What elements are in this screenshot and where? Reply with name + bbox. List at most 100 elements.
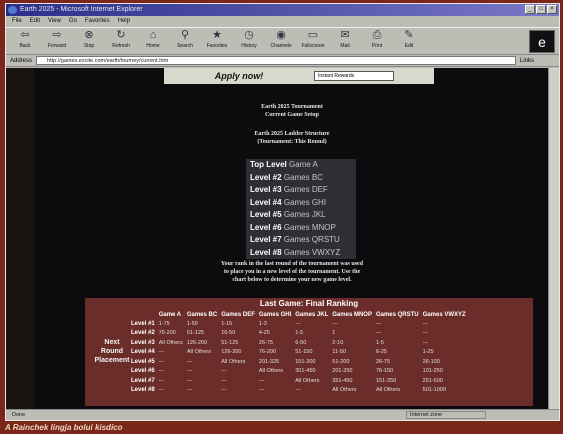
- table-cell: 16-50: [221, 330, 236, 337]
- toolbar-edit-button[interactable]: ✎ Edit: [393, 28, 425, 54]
- table-cell: 2-10: [332, 339, 344, 346]
- address-bar: Address http://games.excite.com/earth/to…: [6, 55, 559, 67]
- toolbar-label: Search: [177, 43, 193, 49]
- menu-view[interactable]: View: [48, 16, 61, 27]
- table-cell: 51-125: [221, 339, 239, 346]
- minimize-button[interactable]: _: [525, 5, 535, 14]
- level-games: Games BC: [283, 172, 323, 182]
- table-cell: 1: [332, 330, 336, 337]
- toolbar-fullscreen-button[interactable]: ▭ Fullscreen: [297, 28, 329, 54]
- column-header: Games GHI: [258, 311, 292, 318]
- table-cell: ---: [186, 377, 193, 384]
- table-cell: 301-450: [295, 368, 316, 375]
- toolbar-mail-button[interactable]: ✉ Mail: [329, 28, 361, 54]
- table-cell: ---: [422, 320, 429, 327]
- header-corner: [129, 310, 157, 319]
- table-cell: 126-200: [221, 349, 242, 356]
- close-button[interactable]: ×: [547, 5, 557, 14]
- table-cell: ---: [158, 377, 165, 384]
- ladder-level-row: Level #6 Games MNOP: [246, 222, 356, 235]
- toolbar: ⇦ Back ⇨ Forward ⊗ Stop ↻ Refresh ⌂ Home ⚲ Search ★ F…: [6, 27, 559, 55]
- menu-edit[interactable]: Edit: [30, 16, 40, 27]
- table-cell: All Others: [258, 368, 284, 375]
- menu-bar: File Edit View Go Favorites Help: [6, 16, 559, 27]
- status-bar: Done Internet zone: [6, 409, 559, 420]
- toolbar-label: Mail: [340, 43, 350, 49]
- table-cell: ---: [422, 339, 429, 346]
- fullscreen-icon: ▭: [307, 29, 319, 41]
- column-header: Games MNOP: [332, 311, 372, 318]
- table-cell: 1-50: [186, 320, 198, 327]
- rewards-select[interactable]: Instant Rewards: [314, 71, 394, 81]
- toolbar-refresh-button[interactable]: ↻ Refresh: [105, 28, 137, 54]
- toolbar-print-button[interactable]: ⎙ Print: [361, 28, 393, 54]
- level-name: Level #3: [250, 185, 282, 194]
- links-label[interactable]: Links: [520, 58, 534, 64]
- table-cell: ---: [221, 368, 227, 375]
- table-cell: 26-75: [258, 339, 273, 346]
- toolbar-label: Home: [146, 43, 160, 49]
- photo-frame: Earth 2025 - Microsoft Internet Explorer…: [0, 0, 563, 434]
- table-cell: ---: [258, 377, 265, 384]
- table-cell: ---: [295, 320, 301, 327]
- level-name: Level #6: [250, 222, 282, 232]
- level-name: Level #5: [250, 210, 282, 219]
- apply-now-link[interactable]: Apply now!: [184, 69, 294, 83]
- toolbar-stop-button[interactable]: ⊗ Stop: [73, 28, 105, 54]
- row-label: Level #2: [131, 330, 155, 337]
- column-header: Games DEF: [221, 311, 255, 318]
- toolbar-favorites-button[interactable]: ★ Favorites: [201, 28, 233, 54]
- desc-line-2: to place you in a new level of the tourn…: [223, 269, 361, 275]
- toolbar-label: Back: [19, 43, 31, 49]
- table-cell: 1-5: [295, 330, 304, 337]
- table-cell: 1-3: [258, 320, 267, 327]
- table-cell: ---: [221, 387, 227, 394]
- print-icon: ⎙: [372, 29, 382, 41]
- table-row: Level #2 76-200 51-125 16-50 4-25 1-5 1 --- ---: [129, 329, 468, 339]
- zone-indicator: Internet zone: [406, 411, 486, 419]
- level-games: Games MNOP: [283, 222, 336, 232]
- row-label: Level #5: [131, 358, 155, 365]
- page-title: Earth 2025 Tournament: [261, 104, 323, 110]
- level-name: Level #8: [250, 247, 282, 257]
- row-label: Level #7: [131, 377, 155, 384]
- ie-icon: [8, 6, 17, 14]
- column-header: Games VWXYZ: [422, 311, 466, 318]
- ladder-level-row: Level #5 Games JKL: [246, 209, 356, 222]
- table-cell: ---: [422, 330, 429, 337]
- table-header-row: Game A Games BC Games DEF Games GHI Games JK…: [129, 310, 468, 319]
- table-cell: ---: [295, 387, 301, 394]
- toolbar-label: History: [241, 43, 257, 49]
- home-icon: ⌂: [149, 29, 157, 41]
- table-cell: 76-150: [375, 368, 394, 375]
- menu-favorites[interactable]: Favorites: [85, 16, 110, 27]
- table-cell: ---: [158, 349, 165, 356]
- toolbar-label: Stop: [83, 43, 95, 49]
- toolbar-history-button[interactable]: ◷ History: [233, 28, 265, 54]
- mail-icon: ✉: [340, 29, 350, 41]
- column-header: Game A: [158, 311, 182, 318]
- ad-banner[interactable]: Apply now! Instant Rewards: [164, 68, 434, 84]
- left-strip: [6, 68, 34, 409]
- toolbar-search-button[interactable]: ⚲ Search: [169, 28, 201, 54]
- table-row: Level #8 --- --- --- --- --- All Others All Oth…: [129, 386, 468, 396]
- level-games: Games GHI: [283, 197, 327, 207]
- toolbar-home-button[interactable]: ⌂ Home: [137, 28, 169, 54]
- toolbar-back-button[interactable]: ⇦ Back: [9, 28, 41, 54]
- level-games: Games QRSTU: [283, 235, 340, 244]
- table-cell: 351-450: [332, 377, 353, 384]
- menu-file[interactable]: File: [12, 16, 22, 27]
- address-input[interactable]: http://games.excite.com/earth/tourney/cu…: [36, 56, 517, 65]
- toolbar-forward-button[interactable]: ⇨ Forward: [41, 28, 73, 54]
- level-games: Game A: [288, 160, 318, 169]
- table-cell: ---: [375, 320, 382, 327]
- table-cell: ---: [158, 358, 165, 365]
- menu-go[interactable]: Go: [69, 16, 77, 27]
- table-cell: All Others: [332, 387, 357, 394]
- vertical-scrollbar[interactable]: [548, 68, 559, 409]
- row-label: Level #3: [131, 339, 155, 346]
- row-label: Level #8: [131, 387, 155, 394]
- menu-help[interactable]: Help: [118, 16, 130, 27]
- toolbar-channels-button[interactable]: ◉ Channels: [265, 28, 297, 54]
- maximize-button[interactable]: □: [536, 5, 546, 14]
